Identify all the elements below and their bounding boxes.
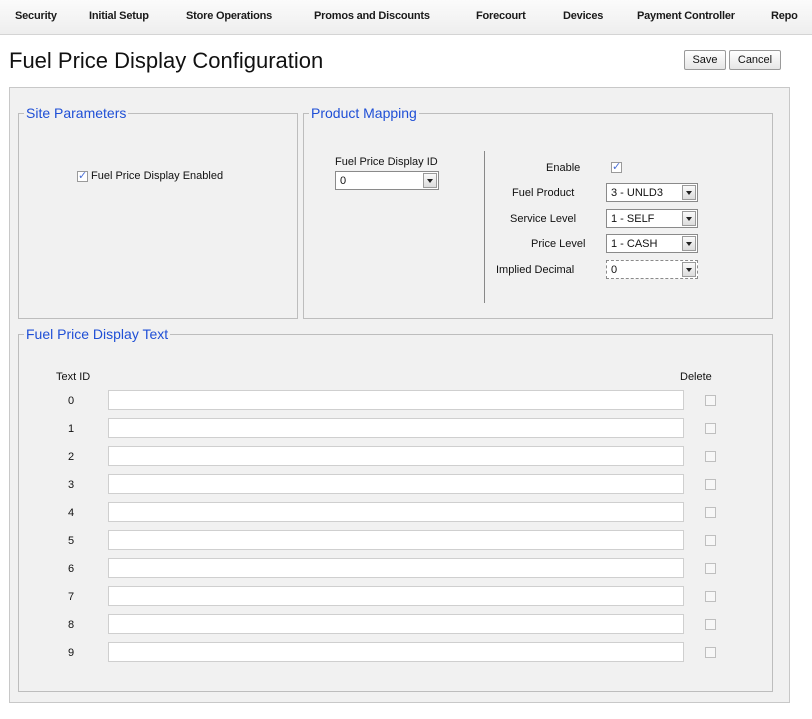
text-id-8: 8 xyxy=(68,619,75,631)
save-button[interactable]: Save xyxy=(684,50,726,70)
fuel-product-select[interactable]: 3 - UNLD3 xyxy=(606,183,698,202)
chevron-down-icon xyxy=(682,211,696,226)
implied-decimal-select[interactable]: 0 xyxy=(606,260,698,279)
display-text-input-8[interactable] xyxy=(108,614,684,634)
delete-checkbox-3[interactable] xyxy=(705,479,716,490)
chevron-down-icon xyxy=(423,173,437,188)
fuel-price-display-text-legend: Fuel Price Display Text xyxy=(24,326,171,342)
vertical-divider xyxy=(484,151,485,303)
chevron-down-icon xyxy=(682,236,696,251)
text-id-5: 5 xyxy=(68,535,75,547)
display-text-input-6[interactable] xyxy=(108,558,684,578)
price-level-value: 1 - CASH xyxy=(611,238,658,250)
nav-item-initial-setup[interactable]: Initial Setup xyxy=(89,10,149,22)
nav-item-promos-and-discounts[interactable]: Promos and Discounts xyxy=(314,10,430,22)
nav-item-forecourt[interactable]: Forecourt xyxy=(476,10,526,22)
enable-checkbox[interactable] xyxy=(611,160,622,173)
delete-checkbox-7[interactable] xyxy=(705,591,716,602)
chevron-down-icon xyxy=(682,185,696,200)
delete-checkbox-1[interactable] xyxy=(705,423,716,434)
delete-checkbox-6[interactable] xyxy=(705,563,716,574)
implied-decimal-value: 0 xyxy=(611,264,618,276)
delete-checkbox-2[interactable] xyxy=(705,451,716,462)
nav-item-reports[interactable]: Repo xyxy=(771,10,798,22)
fuel-product-label: Fuel Product xyxy=(512,187,575,199)
service-level-select[interactable]: 1 - SELF xyxy=(606,209,698,228)
nav-item-devices[interactable]: Devices xyxy=(563,10,603,22)
text-id-column-header: Text ID xyxy=(56,371,91,383)
chevron-down-icon xyxy=(682,262,696,277)
display-text-input-0[interactable] xyxy=(108,390,684,410)
enable-label: Enable xyxy=(546,162,581,174)
service-level-value: 1 - SELF xyxy=(611,213,655,225)
price-level-select[interactable]: 1 - CASH xyxy=(606,234,698,253)
page-title: Fuel Price Display Configuration xyxy=(9,48,324,73)
price-level-label: Price Level xyxy=(531,238,586,250)
product-mapping-group: Product Mapping Fuel Price Display ID 0 … xyxy=(303,105,773,319)
nav-item-payment-controller[interactable]: Payment Controller xyxy=(637,10,735,22)
site-parameters-legend: Site Parameters xyxy=(24,105,129,121)
delete-checkbox-4[interactable] xyxy=(705,507,716,518)
display-text-input-5[interactable] xyxy=(108,530,684,550)
fuel-product-value: 3 - UNLD3 xyxy=(611,187,663,199)
text-id-4: 4 xyxy=(68,507,75,519)
display-text-input-1[interactable] xyxy=(108,418,684,438)
delete-checkbox-5[interactable] xyxy=(705,535,716,546)
nav-item-store-operations[interactable]: Store Operations xyxy=(186,10,272,22)
delete-checkbox-9[interactable] xyxy=(705,647,716,658)
fpd-id-select[interactable]: 0 xyxy=(335,171,439,190)
configuration-panel: Site Parameters Fuel Price Display Enabl… xyxy=(9,87,790,703)
top-nav-menu: Security Initial Setup Store Operations … xyxy=(0,0,812,35)
text-id-6: 6 xyxy=(68,563,75,575)
text-id-2: 2 xyxy=(68,451,75,463)
display-text-input-4[interactable] xyxy=(108,502,684,522)
site-parameters-group: Site Parameters Fuel Price Display Enabl… xyxy=(18,105,298,319)
text-id-9: 9 xyxy=(68,647,75,659)
delete-checkbox-0[interactable] xyxy=(705,395,716,406)
delete-checkbox-8[interactable] xyxy=(705,619,716,630)
display-text-input-7[interactable] xyxy=(108,586,684,606)
display-text-input-9[interactable] xyxy=(108,642,684,662)
text-id-1: 1 xyxy=(68,423,75,435)
display-text-input-3[interactable] xyxy=(108,474,684,494)
text-id-7: 7 xyxy=(68,591,75,603)
fpd-enabled-checkbox[interactable] xyxy=(77,169,88,182)
nav-item-security[interactable]: Security xyxy=(15,10,57,22)
text-id-3: 3 xyxy=(68,479,75,491)
delete-column-header: Delete xyxy=(680,371,712,383)
fpd-id-label: Fuel Price Display ID xyxy=(335,156,438,168)
fpd-id-value: 0 xyxy=(340,175,347,187)
product-mapping-legend: Product Mapping xyxy=(309,105,419,121)
cancel-button[interactable]: Cancel xyxy=(729,50,781,70)
fuel-price-display-text-group: Fuel Price Display Text Text ID Delete 0… xyxy=(18,326,773,692)
fpd-enabled-label: Fuel Price Display Enabled xyxy=(91,170,224,182)
implied-decimal-label: Implied Decimal xyxy=(496,264,575,276)
text-id-0: 0 xyxy=(68,395,75,407)
service-level-label: Service Level xyxy=(510,213,577,225)
display-text-input-2[interactable] xyxy=(108,446,684,466)
